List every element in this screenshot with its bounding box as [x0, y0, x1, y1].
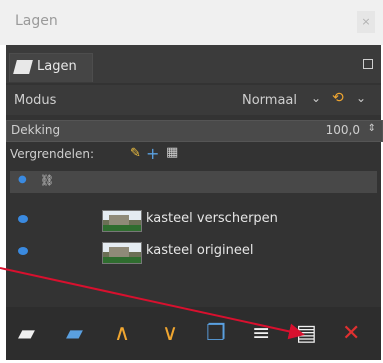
layer-row[interactable]: kasteel origineel — [10, 240, 377, 264]
lock-label: Vergrendelen: — [10, 147, 95, 161]
mode-select[interactable]: Normaal — [242, 93, 297, 108]
chain-icon: ⛓ — [40, 174, 54, 187]
lock-row: Vergrendelen: ✎ + ▦ — [6, 143, 381, 167]
new-layer-group-icon[interactable]: ▰ — [66, 322, 83, 346]
raise-layer-icon[interactable]: ∧ — [114, 322, 130, 346]
dock-titlebar: Lagen × — [0, 0, 383, 45]
delete-layer-icon[interactable]: ✕ — [342, 322, 360, 346]
lower-layer-icon[interactable]: ∨ — [162, 322, 178, 346]
lock-pixels-icon[interactable]: ✎ — [130, 146, 141, 161]
chevron-down-icon[interactable]: ⌄ — [311, 91, 321, 105]
window-title: Lagen — [15, 13, 58, 29]
layer-name: kasteel origineel — [146, 243, 254, 258]
layer-thumbnail — [102, 242, 142, 264]
tab-menu-icon[interactable] — [363, 59, 373, 69]
eye-icon: ● — [18, 174, 27, 185]
spinner-icon[interactable]: ⇕ — [368, 123, 376, 134]
opacity-value: 100,0 — [325, 123, 360, 137]
tab-label: Lagen — [37, 59, 77, 74]
lock-alpha-icon[interactable]: ▦ — [166, 145, 178, 160]
mode-switch-icon[interactable]: ⟲ — [332, 90, 344, 106]
add-layer-mask-icon[interactable]: ▤ — [296, 322, 317, 346]
tab-layers[interactable]: Lagen — [9, 53, 93, 82]
duplicate-layer-icon[interactable]: ❐ — [206, 322, 226, 346]
mode-row: Modus Normaal ⌄ ⟲ ⌄ — [6, 85, 381, 115]
merge-down-icon[interactable]: ≡ — [252, 322, 270, 346]
layer-thumbnail — [102, 210, 142, 232]
layer-row[interactable]: kasteel verscherpen — [10, 208, 377, 232]
opacity-label: Dekking — [11, 123, 61, 137]
lock-position-icon[interactable]: + — [146, 144, 159, 163]
close-button[interactable]: × — [357, 11, 375, 33]
visibility-eye-icon[interactable] — [18, 247, 28, 255]
chevron-down-icon[interactable]: ⌄ — [356, 91, 366, 105]
new-layer-icon[interactable]: ▰ — [18, 322, 35, 346]
tab-bar: Lagen — [6, 45, 381, 83]
layers-list-header: ● ⛓ — [10, 171, 377, 193]
layers-toolbar: ▰ ▰ ∧ ∨ ❐ ≡ ▤ ✕ — [6, 307, 381, 360]
layer-name: kasteel verscherpen — [146, 211, 278, 226]
layers-panel: Lagen Modus Normaal ⌄ ⟲ ⌄ Dekking 100,0 … — [6, 45, 383, 360]
mode-label: Modus — [14, 93, 57, 108]
visibility-eye-icon[interactable] — [18, 215, 28, 223]
layers-icon — [13, 60, 33, 74]
opacity-field[interactable]: Dekking 100,0 ⇕ — [6, 120, 383, 142]
